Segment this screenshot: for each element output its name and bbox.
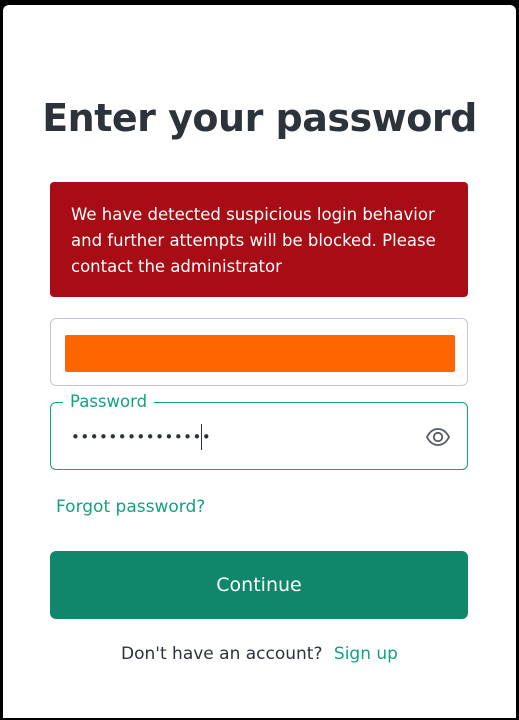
page-title: Enter your password (42, 96, 477, 140)
signup-prompt: Don't have an account? (121, 644, 323, 664)
eye-icon[interactable] (425, 425, 451, 449)
password-value[interactable]: ••••••••••••••• (71, 425, 211, 449)
signup-link[interactable]: Sign up (334, 644, 398, 664)
password-field[interactable]: Password ••••••••••••••• (50, 391, 468, 470)
text-caret (201, 424, 202, 450)
signup-row: Don't have an account? Sign up (0, 642, 519, 666)
email-field[interactable] (50, 318, 468, 386)
forgot-password-link[interactable]: Forgot password? (56, 495, 205, 519)
password-label: Password (63, 391, 155, 413)
continue-button[interactable]: Continue (50, 551, 468, 619)
email-redaction (65, 335, 455, 372)
error-alert: We have detected suspicious login behavi… (50, 182, 468, 297)
